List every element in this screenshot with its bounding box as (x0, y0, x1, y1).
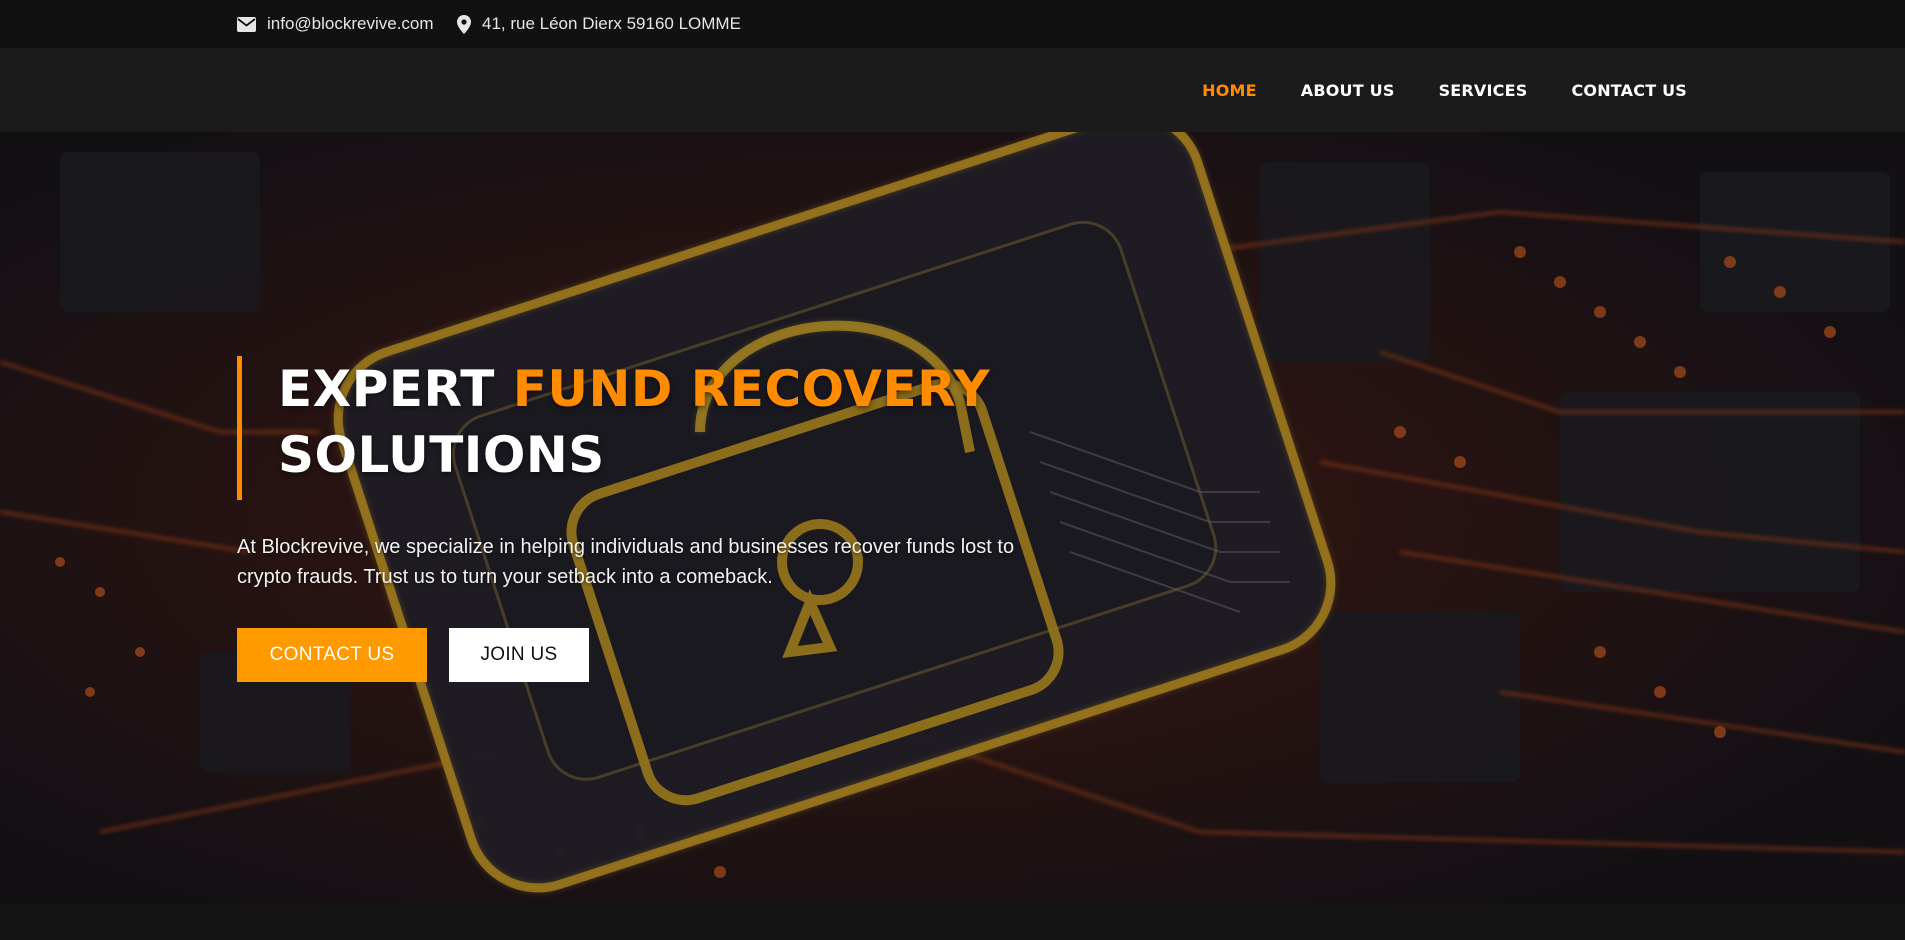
address-text: 41, rue Léon Dierx 59160 LOMME (482, 14, 741, 33)
main-nav: HOME ABOUT US SERVICES CONTACT US (1202, 48, 1687, 132)
top-info-bar: info@blockrevive.com 41, rue Léon Dierx … (0, 0, 1905, 48)
bottom-strip (0, 904, 1905, 940)
nav-services[interactable]: SERVICES (1439, 81, 1528, 100)
nav-home[interactable]: HOME (1202, 81, 1257, 100)
headline-line-2: SOLUTIONS (278, 426, 605, 484)
envelope-icon (237, 16, 256, 32)
hero-overlay (0, 132, 1905, 904)
email-text: info@blockrevive.com (267, 14, 434, 33)
nav-contact-us[interactable]: CONTACT US (1571, 81, 1687, 100)
nav-about-us[interactable]: ABOUT US (1301, 81, 1395, 100)
contact-address: 41, rue Léon Dierx 59160 LOMME (457, 0, 741, 48)
hero-description: At Blockrevive, we specialize in helping… (237, 536, 1015, 588)
main-navbar: HOME ABOUT US SERVICES CONTACT US (0, 48, 1905, 132)
map-marker-icon (457, 14, 471, 34)
headline-part-1: EXPERT (278, 360, 513, 418)
hero-headline: EXPERT FUND RECOVERY SOLUTIONS (237, 356, 990, 500)
join-us-button[interactable]: JOIN US (449, 628, 589, 682)
contact-us-button[interactable]: CONTACT US (237, 628, 427, 682)
contact-email[interactable]: info@blockrevive.com (237, 0, 434, 48)
headline-accent: FUND RECOVERY (512, 360, 991, 418)
headline-line-1: EXPERT FUND RECOVERY (278, 356, 990, 422)
hero-section: EXPERT FUND RECOVERY SOLUTIONS At Blockr… (0, 132, 1905, 904)
